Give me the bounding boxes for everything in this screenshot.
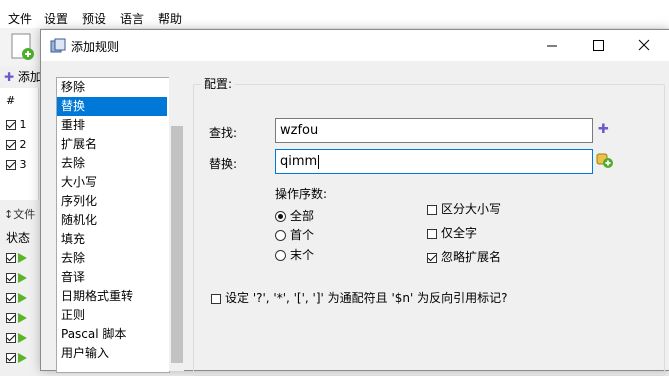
file-checkbox[interactable] (6, 312, 16, 323)
rule-item[interactable]: Pascal 脚本 (57, 325, 167, 344)
checkbox-icon (427, 204, 437, 215)
list-row[interactable]: 2 (6, 138, 27, 151)
replace-input[interactable]: qimm (275, 149, 593, 174)
add-files-icon[interactable] (10, 32, 38, 65)
all-radio[interactable]: 全部 (275, 207, 314, 224)
whole-words-checkbox[interactable]: 仅全字 (427, 224, 477, 241)
last-radio[interactable]: 末个 (275, 246, 314, 263)
status-header: 状态 (6, 231, 31, 245)
find-input[interactable]: wzfou (275, 118, 593, 143)
file-row[interactable] (6, 330, 27, 344)
rule-item[interactable]: 日期格式重转 (57, 287, 167, 306)
rule-item[interactable]: 填充 (57, 230, 167, 249)
arrow-icon (18, 332, 27, 343)
menu-file[interactable]: 文件 (8, 10, 32, 27)
menu-settings[interactable]: 设置 (44, 10, 68, 27)
skip-extension-checkbox[interactable]: 忽略扩展名 (427, 248, 501, 265)
menu-help[interactable]: 帮助 (158, 10, 182, 27)
row-checkbox[interactable] (6, 140, 16, 150)
close-button[interactable] (621, 30, 667, 61)
file-row[interactable] (6, 250, 27, 264)
file-row[interactable] (6, 270, 27, 284)
menubar: 文件 设置 预设 语言 帮助 (0, 0, 669, 28)
rules-list: # 1 2 3 (0, 88, 39, 200)
rule-item[interactable]: 用户输入 (57, 344, 167, 363)
menu-language[interactable]: 语言 (120, 10, 144, 27)
add-find-icon[interactable]: ✚ (598, 122, 609, 137)
maximize-button[interactable] (575, 30, 621, 61)
file-checkbox[interactable] (6, 272, 16, 283)
scrollbar-thumb[interactable] (171, 126, 183, 363)
list-row[interactable]: 3 (6, 158, 27, 171)
file-row[interactable] (6, 290, 27, 304)
file-checkbox[interactable] (6, 352, 16, 363)
config-title: 配置: (201, 75, 236, 92)
plus-icon: ✚ (4, 70, 15, 84)
file-checkbox[interactable] (6, 292, 16, 303)
arrow-icon (18, 352, 27, 363)
radio-icon (275, 211, 286, 222)
rule-item[interactable]: 正则 (57, 306, 167, 325)
row-checkbox[interactable] (6, 120, 16, 130)
rule-item[interactable]: 扩展名 (57, 135, 167, 154)
rule-item[interactable]: 大小写 (57, 173, 167, 192)
wildcards-checkbox[interactable]: 设定 '?', '*', '[', ']' 为通配符且 '$n' 为反向引用标记… (211, 289, 507, 306)
list-header: # (6, 94, 16, 107)
first-radio[interactable]: 首个 (275, 226, 314, 243)
radio-icon (275, 250, 286, 261)
rule-item[interactable]: 去除 (57, 154, 167, 173)
minimize-button[interactable] (529, 30, 575, 61)
file-checkbox[interactable] (6, 332, 16, 343)
rule-item[interactable]: 移除 (57, 78, 167, 97)
app-icon (50, 38, 66, 54)
file-row[interactable] (6, 310, 27, 324)
row-checkbox[interactable] (6, 160, 16, 170)
arrow-icon (18, 292, 27, 303)
replace-label: 替换: (209, 157, 238, 171)
rule-item-selected[interactable]: 替换 (57, 97, 167, 116)
list-row[interactable]: 1 (6, 118, 27, 131)
occurrences-label: 操作序数: (275, 187, 328, 201)
arrow-icon (18, 252, 27, 263)
rule-item[interactable]: 随机化 (57, 211, 167, 230)
radio-icon (275, 230, 286, 241)
rule-item[interactable]: 序列化 (57, 192, 167, 211)
rule-type-list[interactable]: 移除 替换 重排 扩展名 去除 大小写 序列化 随机化 填充 去除 音译 日期格… (56, 77, 170, 373)
checkbox-icon (211, 293, 221, 304)
checkbox-icon (427, 228, 437, 239)
checkbox-icon (427, 252, 437, 263)
file-row[interactable] (6, 350, 27, 364)
find-label: 查找: (209, 126, 238, 140)
file-checkbox[interactable] (6, 252, 16, 263)
files-label: ↕文件 (4, 208, 36, 221)
text-cursor (318, 154, 320, 169)
arrow-icon (18, 312, 27, 323)
add-rule-button[interactable]: ✚ 添加 (4, 68, 42, 85)
add-rule-dialog: 添加规则 移除 替换 重排 扩展名 去除 大小写 序列化 随机化 填充 去除 音… (40, 29, 669, 376)
rule-item[interactable]: 去除 (57, 249, 167, 268)
arrow-icon (18, 272, 27, 283)
rule-item[interactable]: 音译 (57, 268, 167, 287)
menu-presets[interactable]: 预设 (82, 10, 106, 27)
case-sensitive-checkbox[interactable]: 区分大小写 (427, 200, 501, 217)
dialog-titlebar[interactable]: 添加规则 (41, 30, 669, 61)
insert-meta-icon[interactable] (596, 151, 614, 172)
rule-item[interactable]: 重排 (57, 116, 167, 135)
dialog-title: 添加规则 (71, 40, 120, 54)
